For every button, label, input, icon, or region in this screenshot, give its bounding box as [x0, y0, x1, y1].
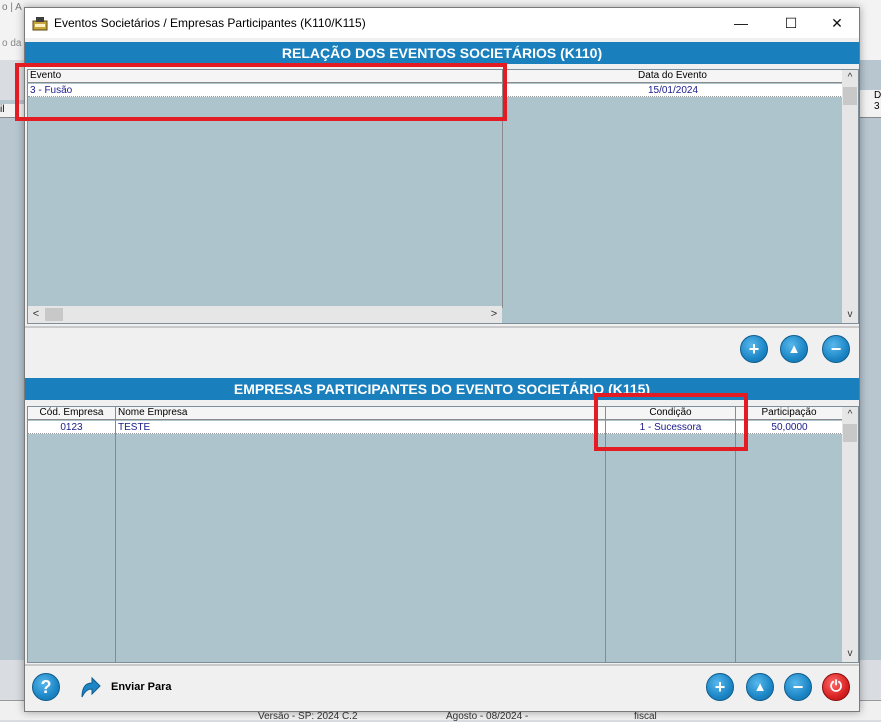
scroll-right-icon[interactable]: > — [486, 306, 502, 323]
background-right-grid: D 3 — [858, 60, 881, 660]
window-title: Eventos Societários / Empresas Participa… — [54, 16, 366, 30]
k110-section-title: RELAÇÃO DOS EVENTOS SOCIETÁRIOS (K110) — [25, 42, 859, 64]
scroll-up-icon[interactable]: ^ — [842, 407, 858, 423]
scroll-thumb[interactable] — [843, 87, 857, 105]
scroll-down-icon[interactable]: v — [842, 307, 858, 323]
column-header-data-evento[interactable]: Data do Evento — [503, 70, 843, 83]
title-bar[interactable]: Eventos Societários / Empresas Participa… — [25, 8, 859, 38]
k115-vertical-scrollbar[interactable]: ^ v — [842, 407, 858, 662]
column-header-nome-empresa[interactable]: Nome Empresa — [116, 407, 606, 420]
column-divider — [115, 407, 116, 662]
background-period: Agosto - 08/2024 - — [446, 711, 529, 722]
background-left-grid: il — [0, 100, 24, 660]
scroll-up-icon[interactable]: ^ — [842, 70, 858, 86]
table-row-data[interactable]: 15/01/2024 — [503, 84, 843, 97]
k110-horizontal-scrollbar[interactable]: < > — [28, 306, 502, 323]
send-to-label: Enviar Para — [111, 681, 172, 693]
close-button[interactable]: ✕ — [814, 8, 860, 38]
k110-up-button[interactable]: ▲ — [780, 335, 808, 363]
k110-vertical-scrollbar[interactable]: ^ v — [842, 70, 858, 323]
minimize-button[interactable]: — — [718, 8, 764, 38]
background-module: fiscal — [634, 711, 657, 722]
background-text: o da — [2, 38, 22, 49]
k110-add-button[interactable]: + — [740, 335, 768, 363]
k115-up-button[interactable]: ▲ — [746, 673, 774, 701]
k115-add-button[interactable]: + — [706, 673, 734, 701]
maximize-button[interactable]: ☐ — [768, 8, 814, 38]
table-row-nome[interactable]: TESTE — [116, 421, 605, 434]
divider — [25, 664, 859, 666]
app-icon — [32, 17, 48, 31]
divider — [25, 326, 859, 328]
scroll-down-icon[interactable]: v — [842, 646, 858, 662]
column-header-participacao[interactable]: Participação — [736, 407, 843, 420]
scroll-thumb[interactable] — [843, 424, 857, 442]
power-exit-button[interactable]: ⏻ — [822, 673, 850, 701]
background-text: o | A — [2, 2, 22, 13]
k115-remove-button[interactable]: − — [784, 673, 812, 701]
table-row-participacao[interactable]: 50,0000 — [736, 421, 843, 434]
scroll-left-icon[interactable]: < — [28, 306, 44, 323]
column-header-cod-empresa[interactable]: Cód. Empresa — [28, 407, 116, 420]
background-grid-header: D 3 — [858, 90, 881, 118]
table-row-cod[interactable]: 0123 — [28, 421, 115, 434]
highlight-box-condicao — [594, 393, 748, 451]
scroll-thumb[interactable] — [45, 308, 63, 321]
send-to-button[interactable]: Enviar Para — [77, 673, 172, 701]
send-arrow-icon — [81, 676, 101, 698]
background-version: Versão - SP: 2024 C.2 — [258, 711, 358, 722]
k110-remove-button[interactable]: − — [822, 335, 850, 363]
highlight-box-evento — [15, 63, 507, 121]
help-button[interactable]: ? — [32, 673, 60, 701]
